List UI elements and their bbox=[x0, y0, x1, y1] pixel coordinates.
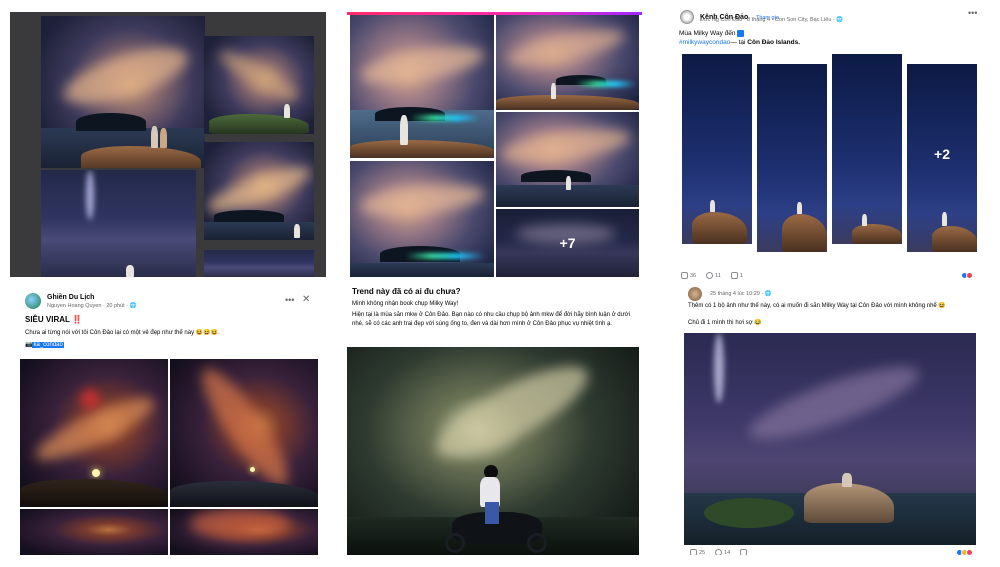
collage-2: +7 bbox=[347, 12, 642, 277]
hashtag-link[interactable]: #milkywaycondao bbox=[679, 39, 730, 46]
more-options-icon[interactable]: ••• bbox=[285, 295, 294, 305]
photo-1[interactable] bbox=[682, 54, 752, 244]
post-text-line1: Mùa Milky Way đến bbox=[679, 30, 736, 37]
post-ghien-du-lich: Ghiền Du Lịch Nguyen Hoang Quyen · 20 ph… bbox=[10, 287, 326, 555]
avatar[interactable] bbox=[688, 287, 702, 301]
post-san-milky-way: 25 tháng 4 lúc 10:29 · 🌐 Thêm có 1 bộ ản… bbox=[678, 287, 990, 555]
photo-milkyway-island[interactable] bbox=[204, 142, 314, 240]
photo-girl-white-dress[interactable] bbox=[350, 15, 494, 158]
photo-3[interactable] bbox=[20, 509, 168, 555]
tag-link[interactable]: ka_condao bbox=[32, 342, 64, 348]
comment-count: 14 bbox=[715, 549, 730, 555]
title-mark: ‼️ bbox=[71, 315, 82, 324]
photo-sitting-rock[interactable] bbox=[684, 333, 976, 545]
post-stats: 25 14 bbox=[690, 549, 749, 555]
share-count: 1 bbox=[730, 272, 743, 279]
collage-1 bbox=[10, 12, 326, 277]
photo-island-bottom[interactable] bbox=[350, 161, 494, 277]
reaction-icons bbox=[961, 272, 973, 279]
photo-2[interactable] bbox=[170, 359, 318, 507]
post-date[interactable]: 25 tháng 4 lúc 10:29 bbox=[710, 291, 760, 297]
post-body: Hiện tại là mùa săn mkw ở Côn Đảo. Bạn n… bbox=[352, 312, 630, 327]
photo-beam-sky[interactable] bbox=[41, 170, 196, 277]
post-line1: Mình không nhận book chụp Milky Way! bbox=[352, 301, 459, 307]
photo-4[interactable]: +2 bbox=[907, 64, 977, 252]
love-reaction-icon bbox=[966, 549, 973, 555]
comment-icon bbox=[706, 272, 714, 279]
post-stats: 36 11 1 bbox=[681, 272, 743, 279]
photo-3[interactable] bbox=[832, 54, 902, 244]
photo-more[interactable]: +7 bbox=[496, 209, 639, 277]
share-count bbox=[740, 549, 749, 555]
more-photos-count[interactable]: +7 bbox=[496, 209, 639, 277]
comment-icon bbox=[715, 549, 723, 555]
comment-count: 11 bbox=[706, 272, 721, 279]
page-name[interactable]: Ghiền Du Lịch bbox=[47, 294, 94, 301]
reaction-icons bbox=[956, 549, 973, 555]
photo-girl-rock-sunset[interactable] bbox=[496, 112, 639, 207]
post-line1: Thêm có 1 bộ ảnh như thế này, có ai muốn… bbox=[688, 303, 946, 309]
like-count: 36 bbox=[681, 272, 696, 279]
photo-1[interactable] bbox=[20, 359, 168, 507]
post-trend: Trend này đã có ai đu chưa? Mình không n… bbox=[347, 287, 642, 555]
photo-2[interactable] bbox=[757, 64, 827, 252]
avatar[interactable] bbox=[25, 293, 41, 309]
post-body: Chưa ai từng nói với tôi Côn Đảo lại có … bbox=[25, 330, 220, 336]
like-count: 25 bbox=[690, 549, 705, 555]
post-heading: Trend này đã có ai đu chưa? bbox=[352, 287, 461, 296]
share-icon bbox=[740, 549, 748, 555]
like-icon bbox=[690, 549, 697, 555]
photo-girl-motorbike[interactable] bbox=[347, 347, 639, 555]
post-location: Con Son City, Bạc Liêu bbox=[774, 17, 832, 23]
more-options-icon[interactable]: ••• bbox=[968, 8, 977, 18]
photo-couple-island[interactable] bbox=[41, 16, 205, 168]
post-title: SIÊU VIRAL bbox=[25, 315, 70, 324]
author-name[interactable]: Nguyen Hoang Quyen bbox=[47, 303, 101, 309]
like-icon bbox=[681, 272, 688, 279]
post-kenh-con-dao: Kênh Côn Đảo · Tham gia Đức Ng Côn Đảo ·… bbox=[663, 0, 990, 285]
place-link[interactable]: Côn Đảo Islands. bbox=[747, 39, 800, 46]
share-icon bbox=[730, 272, 738, 279]
love-reaction-icon bbox=[966, 272, 973, 279]
close-icon[interactable]: ✕ bbox=[302, 294, 310, 305]
photo-4[interactable] bbox=[170, 509, 318, 555]
post-line2: Chủ đi 1 mình thì hơi sợ 😂 bbox=[688, 320, 762, 326]
author-name[interactable]: Đức Ng Côn Đảo bbox=[700, 17, 742, 23]
photo-person-rock[interactable] bbox=[204, 36, 314, 134]
post-time[interactable]: 20 phút bbox=[106, 303, 124, 309]
photo-strip[interactable] bbox=[204, 250, 314, 277]
post-date[interactable]: 8 tháng 4 bbox=[747, 17, 770, 23]
avatar[interactable] bbox=[680, 10, 694, 24]
more-photos-count[interactable]: +2 bbox=[907, 139, 977, 169]
photo-girl-rock-glow[interactable] bbox=[496, 15, 639, 110]
calendar-icon bbox=[737, 29, 745, 37]
